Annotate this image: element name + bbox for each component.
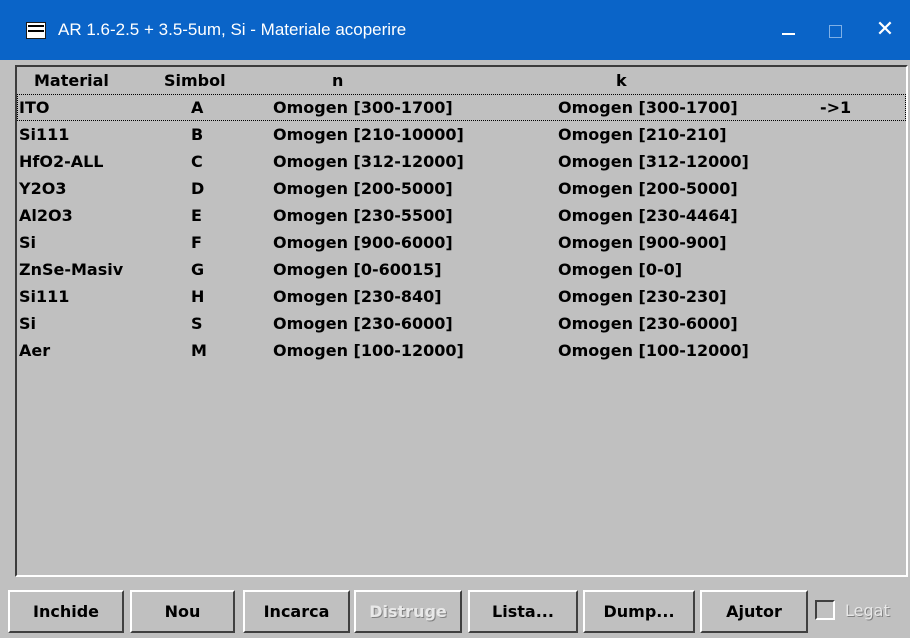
materials-table[interactable]: Material Simbol n k ITO A Omogen [300-1700…: [15, 65, 908, 577]
close-icon: ✕: [875, 16, 895, 41]
minimize-icon: [782, 33, 795, 35]
distruge-button: Distruge: [354, 590, 462, 633]
n-cell: Omogen [0-60015]: [273, 260, 442, 279]
column-header-material[interactable]: Material: [34, 67, 109, 94]
material-cell: Si111: [19, 287, 70, 306]
n-cell: Omogen [100-12000]: [273, 341, 464, 360]
column-header-simbol[interactable]: Simbol: [164, 67, 226, 94]
k-cell: Omogen [230-4464]: [558, 206, 738, 225]
material-cell: Aer: [19, 341, 51, 360]
simbol-cell: M: [191, 341, 207, 360]
materials-window: AR 1.6-2.5 + 3.5-5um, Si - Materiale aco…: [0, 0, 910, 638]
material-cell: HfO2-ALL: [19, 152, 104, 171]
extra-cell: ->1: [820, 98, 852, 117]
n-cell: Omogen [200-5000]: [273, 179, 453, 198]
n-cell: Omogen [210-10000]: [273, 125, 464, 144]
n-cell: Omogen [312-12000]: [273, 152, 464, 171]
table-row[interactable]: Si S Omogen [230-6000] Omogen [230-6000]: [17, 310, 906, 337]
k-cell: Omogen [230-230]: [558, 287, 727, 306]
material-cell: Al2O3: [19, 206, 73, 225]
simbol-cell: C: [191, 152, 203, 171]
close-button[interactable]: ✕: [856, 0, 910, 60]
material-cell: Si: [19, 314, 37, 333]
ajutor-button[interactable]: Ajutor: [700, 590, 808, 633]
n-cell: Omogen [230-6000]: [273, 314, 453, 333]
material-cell: Si: [19, 233, 37, 252]
column-header-k[interactable]: k: [616, 67, 627, 94]
maximize-icon: [829, 25, 842, 38]
n-cell: Omogen [230-5500]: [273, 206, 453, 225]
legat-label: Legat: [845, 601, 890, 620]
column-header-n[interactable]: n: [332, 67, 343, 94]
simbol-cell: B: [191, 125, 204, 144]
checkbox-box[interactable]: [815, 600, 835, 620]
table-row[interactable]: ITO A Omogen [300-1700] Omogen [300-1700] ->…: [17, 94, 906, 121]
material-cell: ZnSe-Masiv: [19, 260, 124, 279]
material-cell: Si111: [19, 125, 70, 144]
window-title: AR 1.6-2.5 + 3.5-5um, Si - Materiale aco…: [58, 20, 407, 39]
table-row[interactable]: HfO2-ALL C Omogen [312-12000] Omogen [312-1…: [17, 148, 906, 175]
inchide-button[interactable]: Inchide: [8, 590, 124, 633]
k-cell: Omogen [300-1700]: [558, 98, 738, 117]
table-row[interactable]: Aer M Omogen [100-12000] Omogen [100-12000]: [17, 337, 906, 364]
table-row[interactable]: Si111 H Omogen [230-840] Omogen [230-230]: [17, 283, 906, 310]
k-cell: Omogen [210-210]: [558, 125, 727, 144]
nou-button[interactable]: Nou: [130, 590, 235, 633]
table-row[interactable]: ZnSe-Masiv G Omogen [0-60015] Omogen [0-0]: [17, 256, 906, 283]
dump-button[interactable]: Dump...: [583, 590, 695, 633]
simbol-cell: E: [191, 206, 202, 225]
n-cell: Omogen [900-6000]: [273, 233, 453, 252]
k-cell: Omogen [230-6000]: [558, 314, 738, 333]
k-cell: Omogen [900-900]: [558, 233, 727, 252]
simbol-cell: H: [191, 287, 205, 306]
table-row[interactable]: Si F Omogen [900-6000] Omogen [900-900]: [17, 229, 906, 256]
table-row[interactable]: Si111 B Omogen [210-10000] Omogen [210-210]: [17, 121, 906, 148]
material-cell: ITO: [19, 98, 50, 117]
simbol-cell: S: [191, 314, 203, 333]
simbol-cell: A: [191, 98, 204, 117]
n-cell: Omogen [230-840]: [273, 287, 442, 306]
simbol-cell: G: [191, 260, 205, 279]
k-cell: Omogen [312-12000]: [558, 152, 749, 171]
title-bar[interactable]: AR 1.6-2.5 + 3.5-5um, Si - Materiale aco…: [0, 0, 910, 60]
simbol-cell: F: [191, 233, 202, 252]
window-app-icon[interactable]: [26, 22, 46, 39]
n-cell: Omogen [300-1700]: [273, 98, 453, 117]
k-cell: Omogen [0-0]: [558, 260, 683, 279]
k-cell: Omogen [200-5000]: [558, 179, 738, 198]
lista-button[interactable]: Lista...: [468, 590, 578, 633]
k-cell: Omogen [100-12000]: [558, 341, 749, 360]
table-row[interactable]: Al2O3 E Omogen [230-5500] Omogen [230-4464]: [17, 202, 906, 229]
simbol-cell: D: [191, 179, 205, 198]
table-row[interactable]: Y2O3 D Omogen [200-5000] Omogen [200-5000]: [17, 175, 906, 202]
material-cell: Y2O3: [19, 179, 67, 198]
incarca-button[interactable]: Incarca: [243, 590, 350, 633]
